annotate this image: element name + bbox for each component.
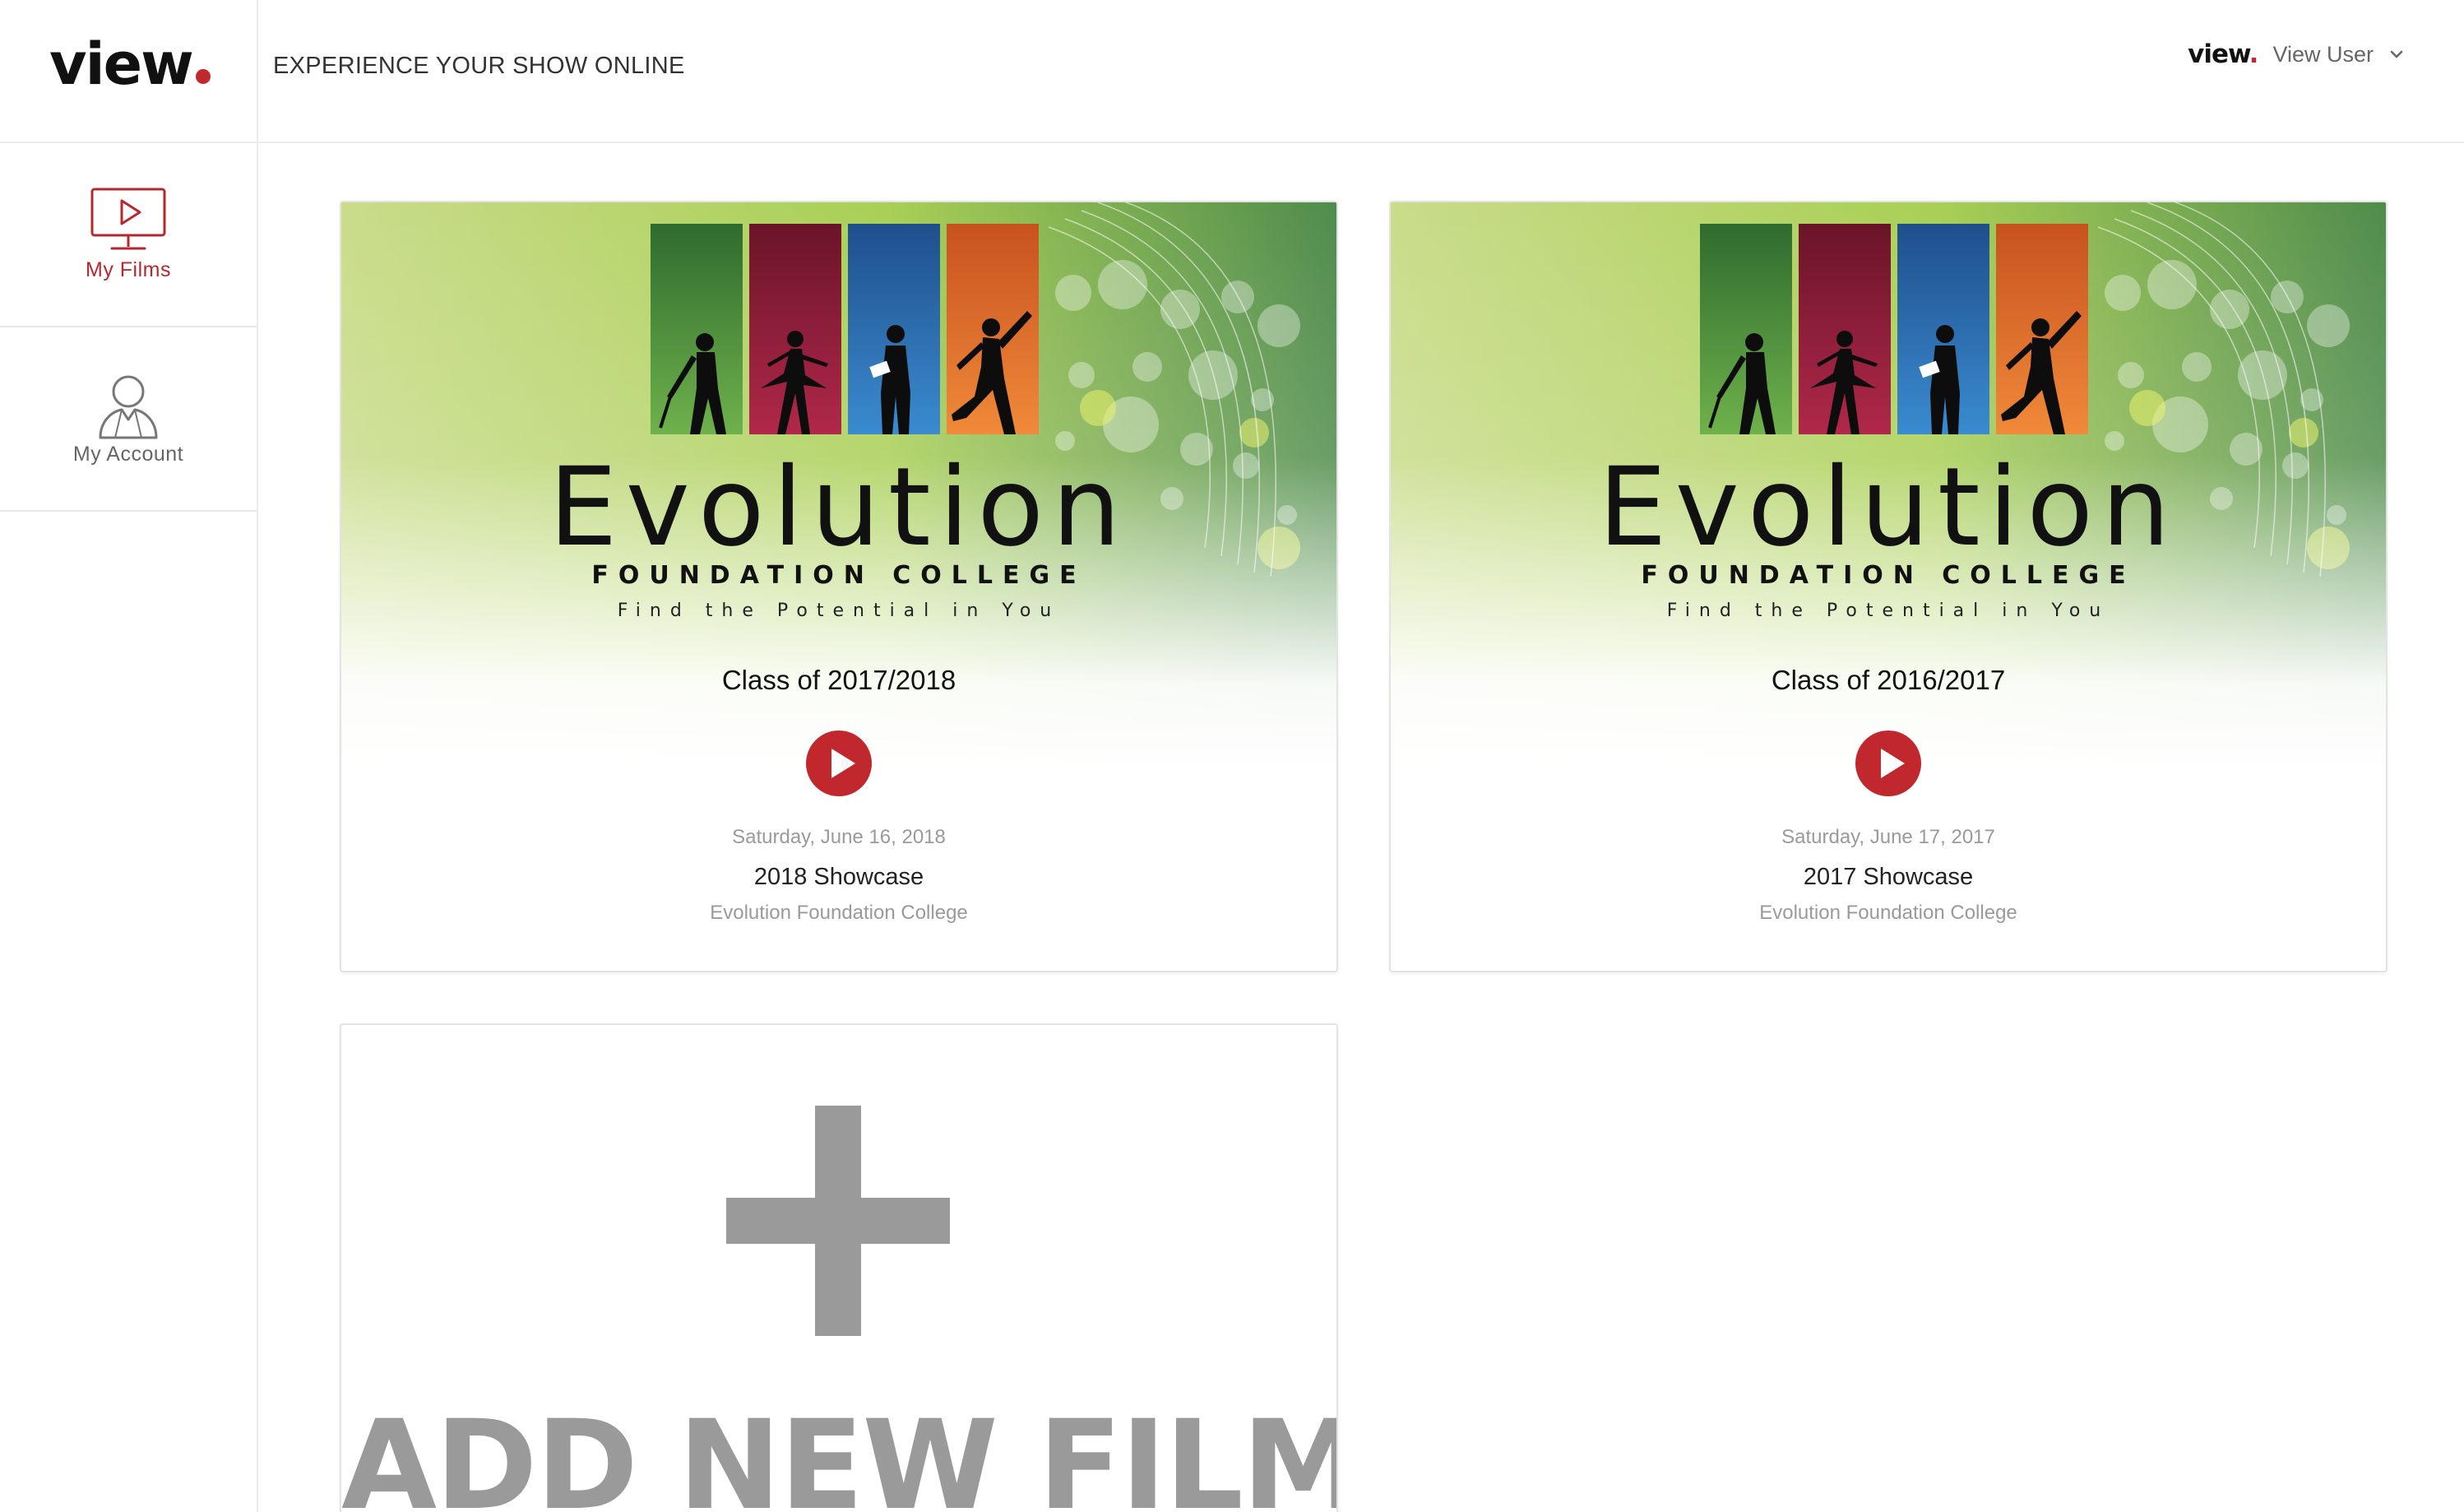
film-title[interactable]: 2018 Showcase <box>341 864 1336 891</box>
film-title[interactable]: 2017 Showcase <box>1391 864 2386 891</box>
sidebar-item-label: My Films <box>86 258 171 281</box>
sidebar-item-my-account[interactable]: My Account <box>0 327 257 512</box>
poster-slogan: Find the Potential in You <box>617 601 1061 621</box>
film-date: Saturday, June 16, 2018 <box>732 826 946 848</box>
film-card[interactable]: Evolution FOUNDATION COLLEGE Find the Po… <box>340 201 1338 972</box>
add-new-film-card[interactable]: ADD NEW FILM <box>340 1023 1338 1512</box>
play-button-icon[interactable] <box>1855 730 1921 796</box>
poster-title: Evolution <box>549 444 1129 571</box>
film-poster: Evolution FOUNDATION COLLEGE Find the Po… <box>1391 202 2386 770</box>
poster-title: Evolution <box>1598 444 2179 571</box>
play-button-icon[interactable] <box>806 730 872 796</box>
logo-dot <box>195 69 211 84</box>
poster-slogan: Find the Potential in You <box>1666 601 2110 621</box>
add-new-film-label: ADD NEW FILM <box>341 1394 1338 1512</box>
film-poster: Evolution FOUNDATION COLLEGE Find the Po… <box>341 202 1336 770</box>
sidebar-item-label: My Account <box>72 443 184 466</box>
view-logo[interactable]: view <box>49 31 211 97</box>
user-icon <box>99 375 158 439</box>
logo-wordmark: view <box>49 30 194 98</box>
sidebar: My Films My Account <box>0 143 258 1512</box>
class-label: Class of 2017/2018 <box>721 665 956 695</box>
class-label: Class of 2016/2017 <box>1771 665 2006 695</box>
monitor-play-icon <box>90 188 166 250</box>
poster-subtitle: FOUNDATION COLLEGE <box>591 561 1086 590</box>
user-menu-dropdown[interactable]: view. View User <box>2188 38 2405 71</box>
film-card[interactable]: Evolution FOUNDATION COLLEGE Find the Po… <box>1389 201 2388 972</box>
film-organization: Evolution Foundation College <box>710 902 968 924</box>
film-date: Saturday, June 17, 2017 <box>1781 826 1995 848</box>
sidebar-item-my-films[interactable]: My Films <box>0 143 257 327</box>
user-name: View User <box>2272 41 2374 67</box>
header-tagline: EXPERIENCE YOUR SHOW ONLINE <box>273 53 685 79</box>
film-organization: Evolution Foundation College <box>1759 902 2017 924</box>
header-divider <box>257 0 258 143</box>
plus-icon <box>726 1106 950 1336</box>
poster-subtitle: FOUNDATION COLLEGE <box>1641 561 2136 590</box>
top-header: view EXPERIENCE YOUR SHOW ONLINE view. V… <box>0 0 2464 143</box>
chevron-down-icon <box>2390 50 2403 58</box>
user-menu-logo: view. <box>2188 39 2258 69</box>
